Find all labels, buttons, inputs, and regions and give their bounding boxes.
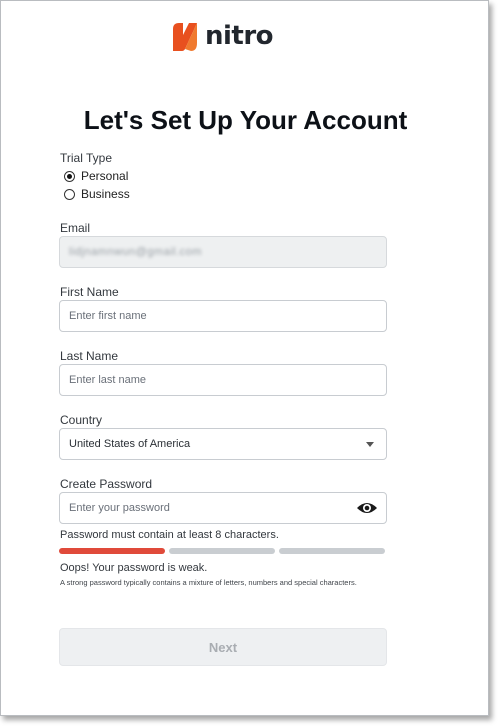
password-placeholder: Enter your password — [69, 502, 170, 514]
signup-window: nitro Let's Set Up Your Account Trial Ty… — [0, 0, 489, 716]
chevron-down-icon[interactable] — [366, 442, 374, 447]
password-requirement: Password must contain at least 8 charact… — [60, 529, 279, 541]
password-strength-message: Oops! Your password is weak. — [60, 562, 208, 574]
last-name-label: Last Name — [60, 349, 119, 363]
trial-type-label: Trial Type — [60, 151, 113, 165]
radio-business-label: Business — [81, 187, 130, 201]
password-label: Create Password — [60, 477, 153, 491]
page-title: Let's Set Up Your Account — [83, 105, 408, 135]
country-label: Country — [60, 413, 103, 427]
brand-logo: nitro — [171, 19, 274, 53]
first-name-input[interactable]: Enter first name — [59, 300, 387, 332]
nitro-logo-icon — [173, 23, 197, 51]
strength-bar-segment-3 — [279, 548, 385, 554]
email-label: Email — [60, 221, 91, 235]
first-name-label: First Name — [60, 285, 119, 299]
country-select[interactable]: United States of America — [59, 428, 387, 460]
first-name-placeholder: Enter first name — [69, 310, 147, 322]
radio-personal-label: Personal — [81, 169, 129, 183]
radio-personal[interactable]: Personal — [64, 169, 128, 183]
password-input[interactable]: Enter your password — [59, 492, 387, 524]
brand-name: nitro — [205, 21, 274, 51]
email-field: lidjnamnwun@gmail.com — [59, 236, 387, 268]
strength-bar-segment-1 — [59, 548, 165, 554]
password-strength-tip: A strong password typically contains a m… — [60, 578, 357, 587]
last-name-placeholder: Enter last name — [69, 374, 147, 386]
next-button[interactable]: Next — [59, 628, 387, 666]
radio-personal-control[interactable] — [64, 170, 75, 182]
email-value: lidjnamnwun@gmail.com — [69, 246, 202, 258]
strength-bar-segment-2 — [169, 548, 275, 554]
last-name-input[interactable]: Enter last name — [59, 364, 387, 396]
radio-business-control[interactable] — [64, 188, 75, 200]
radio-business[interactable]: Business — [64, 187, 130, 201]
country-value: United States of America — [69, 438, 191, 450]
eye-icon[interactable] — [356, 500, 378, 516]
